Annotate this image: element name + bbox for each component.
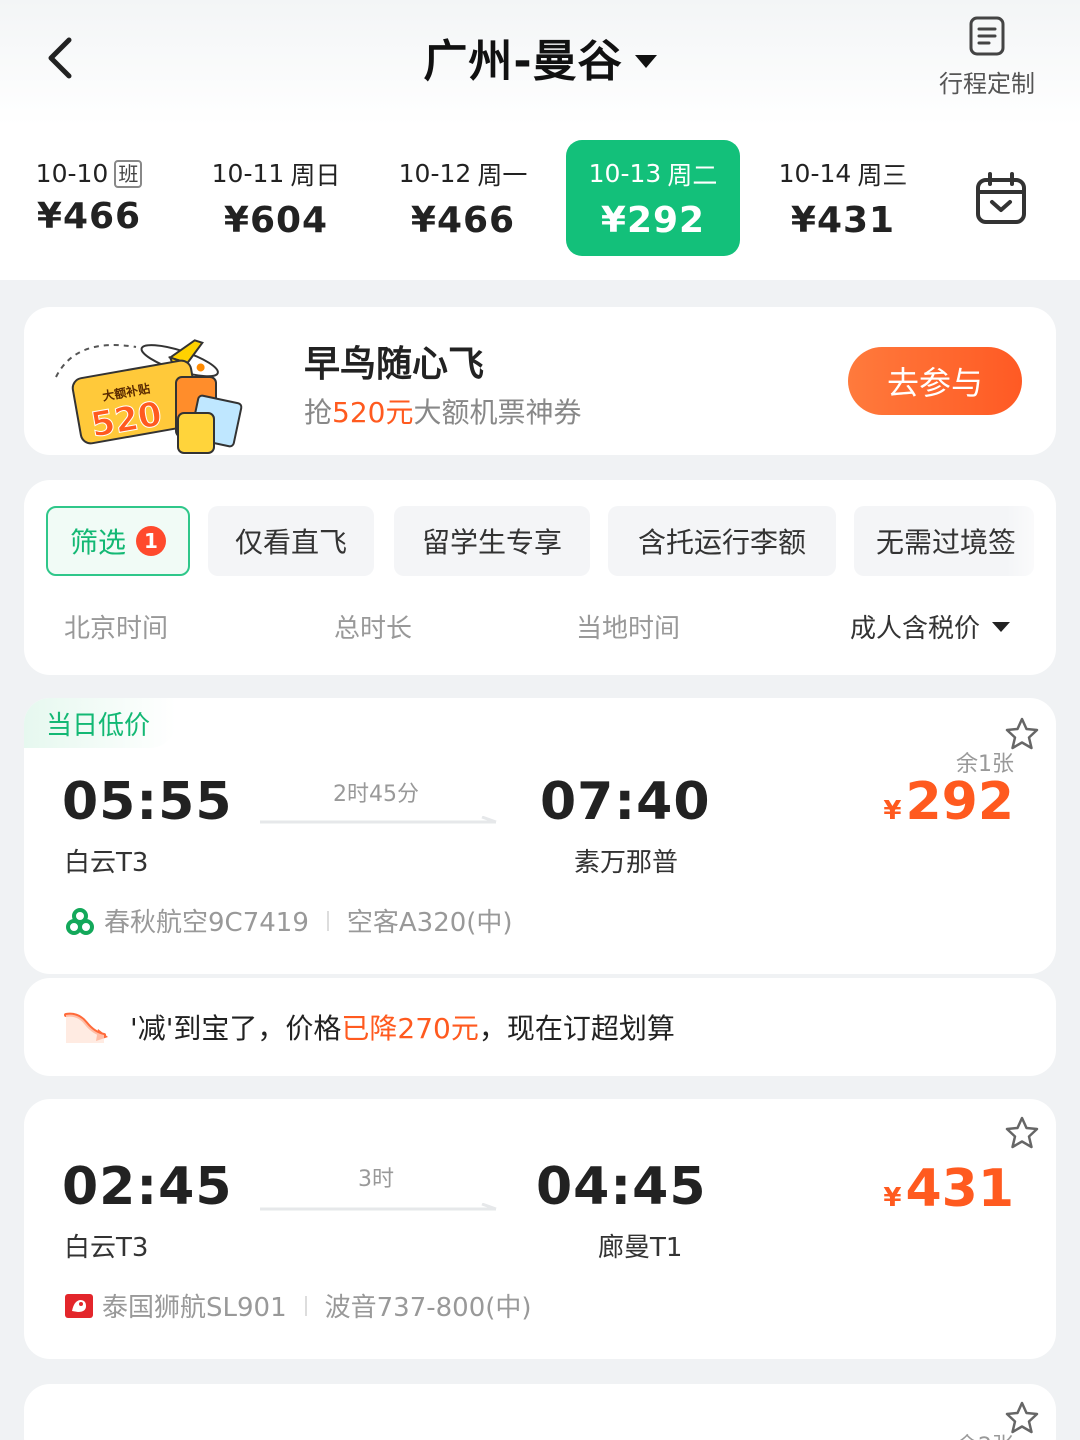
sort-price[interactable]: 成人含税价 <box>850 608 1011 645</box>
arrive-airport: 廊曼T1 <box>598 1233 683 1263</box>
date-item[interactable]: 10-12 周一 ¥466 <box>376 140 550 256</box>
depart-time: 02:45 <box>62 1157 233 1217</box>
flight-duration: 2时45分 <box>333 782 419 807</box>
price-drop-highlight: 已降270元 <box>341 1012 479 1045</box>
date-price: ¥292 <box>600 199 706 241</box>
sort-price-label: 成人含税价 <box>850 614 981 644</box>
chip-scroll-fade <box>1006 506 1056 576</box>
page-title: 广州-曼谷 <box>423 36 623 87</box>
top-bar: 广州-曼谷 行程定制 10-10 班 ¥466 10-11 周日 ¥604 10… <box>0 0 1080 280</box>
scroll-fade <box>900 136 940 260</box>
itinerary-custom-button[interactable]: 行程定制 <box>932 14 1042 104</box>
filter-label: 筛选 <box>69 526 126 559</box>
flight-card[interactable]: 02:45 白云T3 3时 04:45 廊曼T1 ¥ 431 泰国狮航SL901… <box>24 1099 1056 1359</box>
promo-subtitle-highlight: 520元 <box>332 396 414 429</box>
airline-info: 泰国狮航SL901 波音737-800(中) <box>64 1287 532 1324</box>
date-price: ¥604 <box>223 199 329 241</box>
price-drop-notice: '减'到宝了，价格已降270元，现在订超划算 <box>24 978 1056 1076</box>
date-label: 10-14 <box>778 159 852 188</box>
calendar-button[interactable] <box>972 170 1030 228</box>
price-drop-prefix: '减'到宝了，价格 <box>130 1012 342 1045</box>
date-label: 10-11 <box>211 159 285 188</box>
date-label: 10-12 <box>398 159 472 188</box>
sort-duration[interactable]: 总时长 <box>334 608 412 645</box>
price-value: 292 <box>905 772 1014 832</box>
flight-card[interactable]: 当日低价 05:55 白云T3 2时45分 07:40 素万那普 余1张 ¥ 2… <box>24 698 1056 974</box>
airline-flight-number: 春秋航空9C7419 <box>104 908 309 938</box>
promo-subtitle-suffix: 大额机票神券 <box>413 396 582 429</box>
currency-symbol: ¥ <box>883 1183 902 1213</box>
date-label: 10-13 <box>588 159 662 188</box>
date-price: ¥466 <box>410 199 516 241</box>
divider <box>326 910 329 931</box>
notepad-icon <box>969 16 1005 56</box>
filter-chip-student[interactable]: 留学生专享 <box>394 506 590 576</box>
currency-symbol: ¥ <box>883 796 902 826</box>
thai-lion-air-logo-icon <box>65 1293 93 1318</box>
join-button[interactable]: 去参与 <box>848 347 1022 415</box>
date-price: ¥431 <box>790 199 896 241</box>
calendar-icon <box>976 172 1026 224</box>
filter-chip-direct[interactable]: 仅看直飞 <box>208 506 374 576</box>
arrive-airport: 素万那普 <box>574 848 679 878</box>
weekday-label: 周一 <box>477 160 528 190</box>
date-price: ¥466 <box>36 196 142 237</box>
route-title-selector[interactable]: 广州-曼谷 <box>0 22 1080 92</box>
flight-duration: 3时 <box>358 1167 394 1192</box>
filter-chip-baggage[interactable]: 含托运行李额 <box>608 506 836 576</box>
date-item-selected[interactable]: 10-13 周二 ¥292 <box>566 140 740 256</box>
star-icon[interactable] <box>1004 1115 1040 1151</box>
flight-card-partial[interactable]: 余2张 <box>24 1384 1056 1440</box>
divider <box>304 1295 307 1316</box>
depart-airport: 白云T3 <box>64 848 149 878</box>
date-strip: 10-10 班 ¥466 10-11 周日 ¥604 10-12 周一 ¥466… <box>0 136 930 260</box>
caret-down-icon <box>634 54 657 68</box>
airline-flight-number: 泰国狮航SL901 <box>102 1293 287 1323</box>
filter-button[interactable]: 筛选 1 <box>46 506 190 576</box>
sort-beijing-time[interactable]: 北京时间 <box>64 608 168 645</box>
promo-title: 早鸟随心飞 <box>304 344 485 385</box>
arrive-time: 07:40 <box>540 772 711 832</box>
airline-info: 春秋航空9C7419 空客A320(中) <box>64 902 513 939</box>
aircraft-type: 波音737-800(中) <box>324 1293 532 1323</box>
spring-airlines-logo-icon <box>66 907 94 935</box>
depart-airport: 白云T3 <box>64 1233 149 1263</box>
price-drop-suffix: ，现在订超划算 <box>478 1012 675 1045</box>
promo-banner[interactable]: 大额补贴 520 早鸟随心飞 抢520元大额机票神券 去参与 <box>24 307 1056 455</box>
arrive-time: 04:45 <box>536 1157 707 1217</box>
caret-down-icon <box>992 621 1011 632</box>
work-day-badge: 班 <box>114 159 143 188</box>
weekday-label: 周二 <box>667 160 718 190</box>
promo-subtitle-prefix: 抢 <box>304 396 333 429</box>
itinerary-custom-label: 行程定制 <box>939 70 1035 98</box>
promo-ticket-illustration: 大额补贴 520 <box>55 339 243 454</box>
sort-local-time[interactable]: 当地时间 <box>576 608 680 645</box>
lowest-price-tag: 当日低价 <box>24 698 177 748</box>
date-item[interactable]: 10-10 班 ¥466 <box>2 140 176 256</box>
flight-price: ¥ 292 <box>883 772 1014 832</box>
flight-price: ¥ 431 <box>883 1159 1014 1219</box>
promo-subtitle: 抢520元大额机票神券 <box>304 391 581 431</box>
flight-arrow-icon <box>260 816 497 824</box>
price-drop-text: '减'到宝了，价格已降270元，现在订超划算 <box>130 1007 675 1047</box>
filter-panel: 筛选 1 仅看直飞 留学生专享 含托运行李额 无需过境签 北京时间 总时长 当地… <box>24 480 1056 675</box>
filter-count-badge: 1 <box>136 526 166 556</box>
aircraft-type: 空客A320(中) <box>346 908 513 938</box>
price-value: 431 <box>905 1159 1014 1219</box>
seats-left: 余2张 <box>956 1428 1014 1440</box>
date-item[interactable]: 10-11 周日 ¥604 <box>189 140 363 256</box>
date-label: 10-10 <box>35 159 109 188</box>
flight-arrow-icon <box>260 1203 497 1211</box>
depart-time: 05:55 <box>62 772 233 832</box>
trend-down-icon <box>64 1012 108 1043</box>
weekday-label: 周日 <box>290 160 341 190</box>
